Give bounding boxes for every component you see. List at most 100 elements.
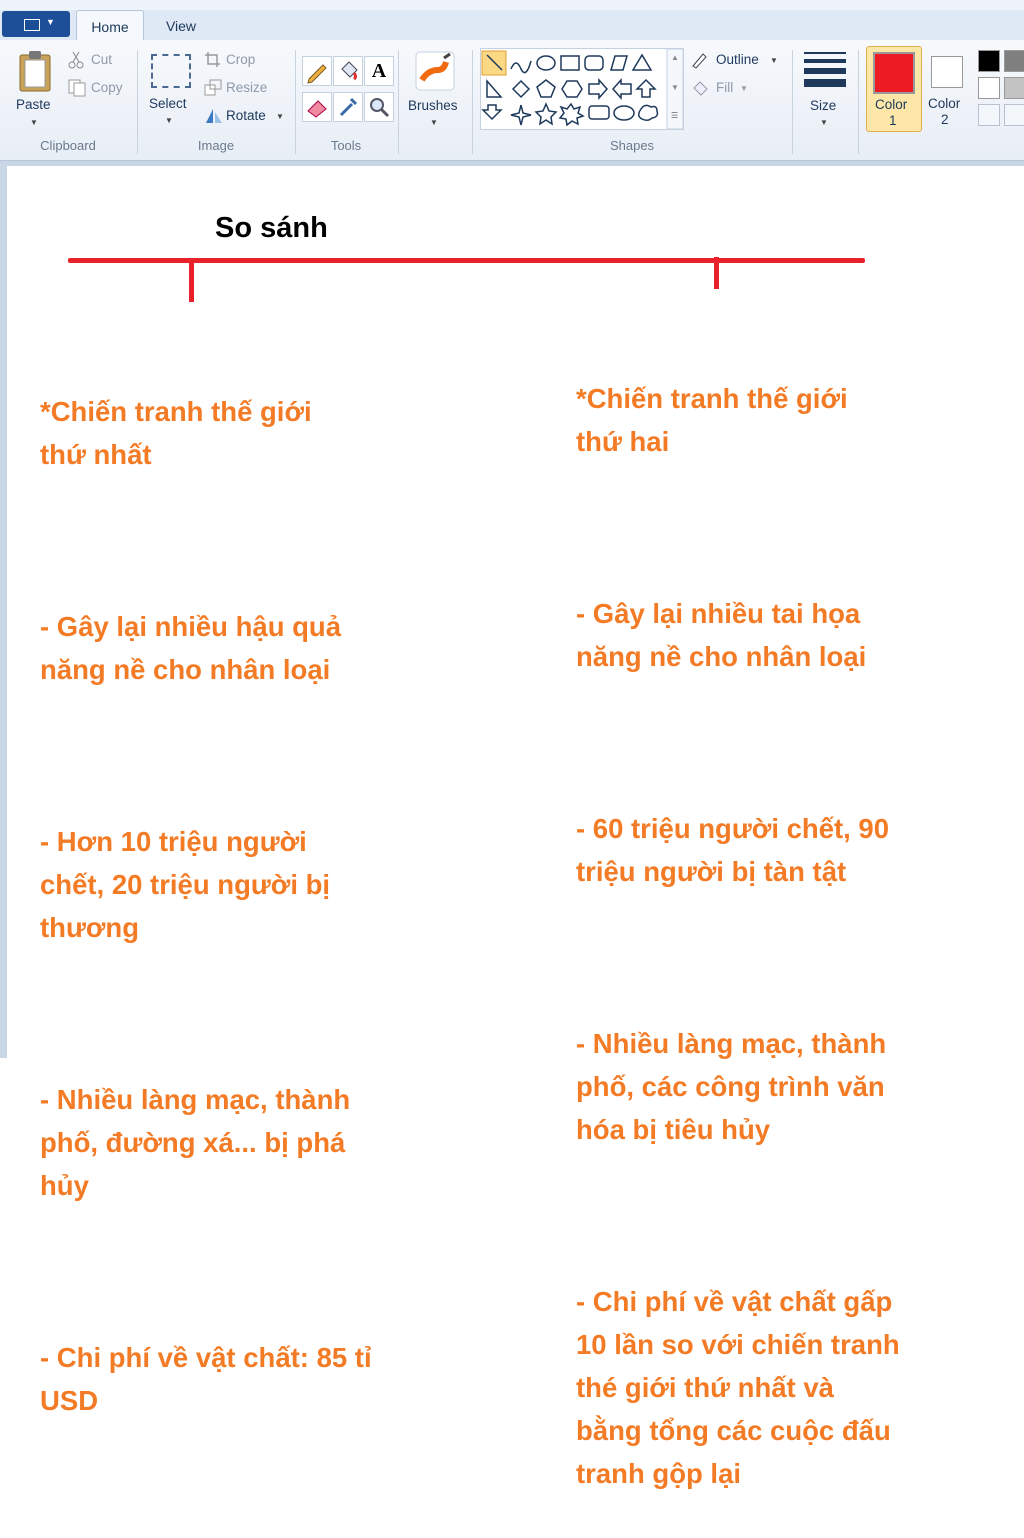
chevron-down-icon: ▼ <box>430 118 438 127</box>
pencil-tool-button[interactable] <box>302 56 332 86</box>
fill-button[interactable]: Fill ▼ <box>690 78 780 100</box>
brush-icon <box>415 51 455 91</box>
timeline-line <box>68 258 865 263</box>
resize-icon <box>204 79 222 96</box>
size-button[interactable]: Size ▼ <box>798 46 852 136</box>
chevron-down-icon: ▼ <box>165 116 173 125</box>
group-divider <box>398 50 399 154</box>
timeline-tick-right <box>714 257 719 289</box>
magnifier-icon <box>370 98 390 118</box>
expand-gallery-icon[interactable]: ☰ <box>671 111 678 120</box>
file-menu-icon <box>24 19 40 31</box>
copy-icon <box>68 79 86 97</box>
palette-swatch-empty[interactable] <box>1004 104 1024 126</box>
color2-swatch <box>931 56 963 88</box>
text-a-icon: A <box>371 60 387 82</box>
left-heading: *Chiến tranh thế giới thứ nhất <box>40 396 312 470</box>
group-divider <box>792 50 793 154</box>
brushes-label: Brushes <box>408 98 458 113</box>
eyedropper-icon <box>339 97 358 117</box>
crop-icon <box>205 52 220 67</box>
right-column: *Chiến tranh thế giới thứ hai - Gây lại … <box>576 291 900 1538</box>
right-heading: *Chiến tranh thế giới thứ hai <box>576 383 848 457</box>
copy-button[interactable]: Copy <box>66 78 130 100</box>
clipboard-group-label: Clipboard <box>40 138 96 153</box>
color2-button[interactable]: Color 2 <box>924 46 970 130</box>
outline-label: Outline <box>716 52 759 67</box>
tab-view[interactable]: View <box>150 10 212 40</box>
resize-button[interactable]: Resize <box>202 78 282 100</box>
select-button[interactable]: Select ▼ <box>145 48 197 134</box>
color1-swatch <box>873 52 915 94</box>
left-column: *Chiến tranh thế giới thứ nhất - Gây lại… <box>40 304 372 1465</box>
fill-tool-button[interactable] <box>333 56 363 86</box>
select-label: Select <box>149 96 187 111</box>
color1-number: 1 <box>889 113 897 128</box>
ribbon-tabs: ▼ Home View <box>0 10 1024 41</box>
image-group-label: Image <box>197 138 235 153</box>
ribbon: Paste ▼ Cut Copy Clipboard Select ▼ Crop… <box>0 40 1024 161</box>
shapes-group-label: Shapes <box>609 138 655 153</box>
fill-label: Fill <box>716 80 734 95</box>
eraser-icon <box>307 100 327 118</box>
title-bar <box>0 0 1024 10</box>
palette-swatch-empty[interactable] <box>978 104 1000 126</box>
left-item: - Nhiều làng mạc, thành phố, đường xá...… <box>40 1084 351 1201</box>
crop-label: Crop <box>226 52 256 67</box>
shapes-gallery[interactable]: ▲ ▼ ☰ <box>480 48 684 130</box>
right-item: - Chi phí về vật chất gấp 10 lần so với … <box>576 1286 900 1489</box>
rotate-button[interactable]: Rotate ▼ <box>202 106 288 128</box>
cut-label: Cut <box>91 52 113 67</box>
left-item: - Hơn 10 triệu người chết, 20 triệu ngườ… <box>40 826 331 943</box>
select-rectangle-icon <box>151 54 191 88</box>
group-divider <box>858 50 859 154</box>
crop-button[interactable]: Crop <box>202 50 272 72</box>
pencil-icon <box>307 64 327 84</box>
paint-bucket-icon <box>341 61 358 81</box>
chevron-down-icon[interactable]: ▼ <box>671 83 679 92</box>
file-menu-button[interactable]: ▼ <box>2 11 70 37</box>
chevron-down-icon: ▼ <box>46 17 55 27</box>
color2-label: Color <box>928 96 961 111</box>
shapes-gallery-icons <box>481 48 684 130</box>
chevron-down-icon: ▼ <box>30 118 38 127</box>
color1-label: Color <box>875 97 908 112</box>
tools-group-label: Tools <box>330 138 362 153</box>
clipboard-icon <box>19 51 51 92</box>
palette-swatch-black[interactable] <box>978 50 1000 72</box>
chevron-down-icon: ▼ <box>740 84 748 93</box>
color2-number: 2 <box>941 112 949 127</box>
cut-button[interactable]: Cut <box>66 50 126 72</box>
left-item: - Chi phí về vật chất: 85 tỉ USD <box>40 1342 372 1416</box>
palette-swatch-white[interactable] <box>978 77 1000 99</box>
rotate-label: Rotate <box>226 108 266 123</box>
timeline-tick-left <box>189 260 194 302</box>
magnifier-tool-button[interactable] <box>364 92 394 122</box>
right-item: - Gây lại nhiều tai họa năng nề cho nhân… <box>576 598 867 672</box>
outline-button[interactable]: Outline ▼ <box>690 50 790 72</box>
text-tool-button[interactable]: A <box>364 56 394 86</box>
copy-label: Copy <box>91 80 123 95</box>
palette-swatch-gray[interactable] <box>1004 50 1024 72</box>
group-divider <box>472 50 473 154</box>
color1-button[interactable]: Color 1 <box>866 46 922 132</box>
brushes-button[interactable]: Brushes ▼ <box>404 46 466 136</box>
outline-pen-icon <box>692 53 707 69</box>
color-picker-tool-button[interactable] <box>333 92 363 122</box>
left-item: - Gây lại nhiều hậu quả năng nề cho nhân… <box>40 611 342 685</box>
right-item: - 60 triệu người chết, 90 triệu người bị… <box>576 813 890 887</box>
resize-label: Resize <box>226 80 268 95</box>
fill-bucket-icon <box>693 81 708 96</box>
paste-button[interactable]: Paste ▼ <box>10 46 60 136</box>
chevron-up-icon[interactable]: ▲ <box>671 53 679 62</box>
right-item: - Nhiều làng mạc, thành phố, các công tr… <box>576 1028 887 1145</box>
tab-home[interactable]: Home <box>76 10 144 41</box>
palette-swatch-lightgray[interactable] <box>1004 77 1024 99</box>
size-label: Size <box>810 98 837 113</box>
paste-label: Paste <box>16 97 51 112</box>
scissors-icon <box>68 51 84 69</box>
rotate-icon <box>206 109 222 123</box>
line-size-icon <box>804 52 846 87</box>
chevron-down-icon: ▼ <box>276 112 284 121</box>
eraser-tool-button[interactable] <box>302 92 332 122</box>
